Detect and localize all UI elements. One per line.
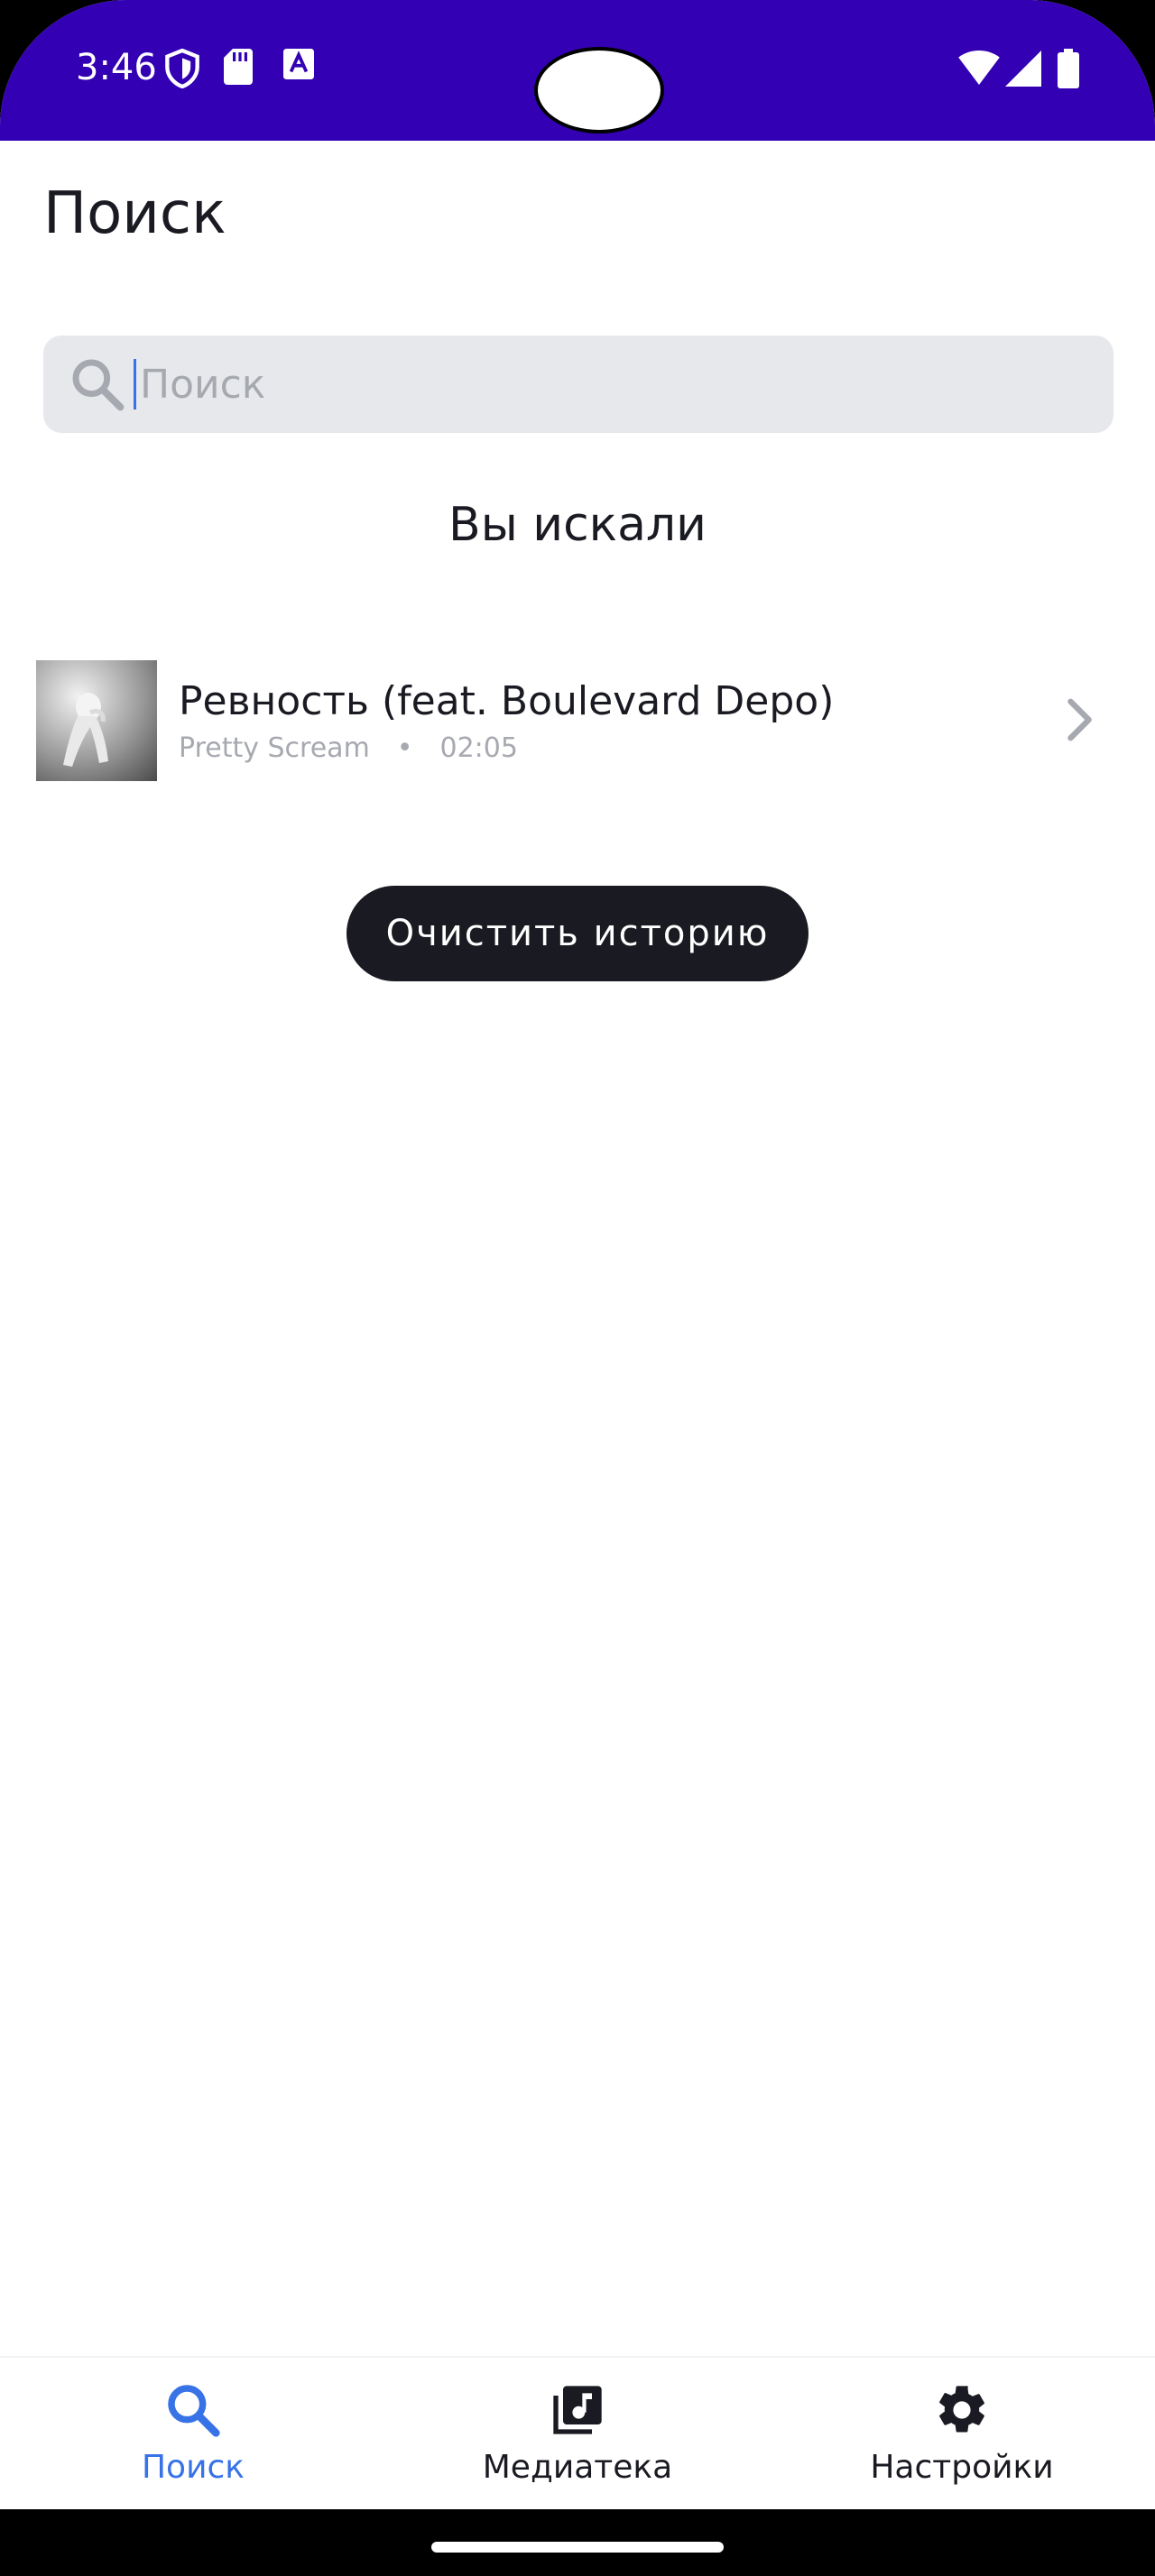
page-title: Поиск	[43, 180, 226, 247]
battery-icon	[1058, 49, 1079, 88]
search-icon	[72, 359, 125, 411]
bottom-nav: Поиск Медиатека Настройки	[0, 2356, 1155, 2511]
track-duration: 02:05	[439, 732, 518, 764]
nav-item-settings[interactable]: Настройки	[827, 2381, 1097, 2486]
sd-card-icon	[224, 49, 253, 85]
app-screen: 3:46 Поиск Поиск Вы искали Ревность (fea…	[0, 0, 1155, 2576]
nav-item-search[interactable]: Поиск	[58, 2381, 328, 2486]
track-artist: Pretty Scream	[179, 732, 370, 764]
gear-icon	[939, 2386, 984, 2433]
nav-label-search: Поиск	[141, 2449, 245, 2486]
track-meta: Pretty Scream • 02:05	[179, 732, 518, 764]
clear-history-button[interactable]: Очистить историю	[346, 886, 808, 981]
nav-label-settings: Настройки	[870, 2449, 1054, 2486]
signal-icon	[1005, 51, 1041, 87]
camera-cutout	[534, 47, 664, 133]
chevron-right-icon	[1067, 698, 1092, 741]
home-handle[interactable]	[431, 2542, 724, 2553]
meta-separator: •	[396, 732, 413, 764]
font-a-icon	[283, 49, 314, 79]
search-box[interactable]	[43, 336, 1113, 433]
wifi-icon	[958, 51, 1000, 85]
history-heading: Вы искали	[448, 498, 707, 552]
shield-icon	[165, 49, 199, 88]
track-title: Ревность (feat. Boulevard Depo)	[179, 678, 835, 724]
search-input[interactable]	[134, 359, 1078, 409]
cover-figure-art	[63, 693, 108, 767]
search-icon	[168, 2385, 220, 2437]
nav-label-library: Медиатека	[482, 2449, 673, 2486]
library-music-icon	[553, 2386, 602, 2434]
history-track-row[interactable]: Ревность (feat. Boulevard Depo) Pretty S…	[36, 660, 1119, 783]
nav-item-library[interactable]: Медиатека	[442, 2381, 713, 2486]
track-cover-image	[36, 660, 157, 781]
status-time: 3:46	[76, 47, 157, 88]
